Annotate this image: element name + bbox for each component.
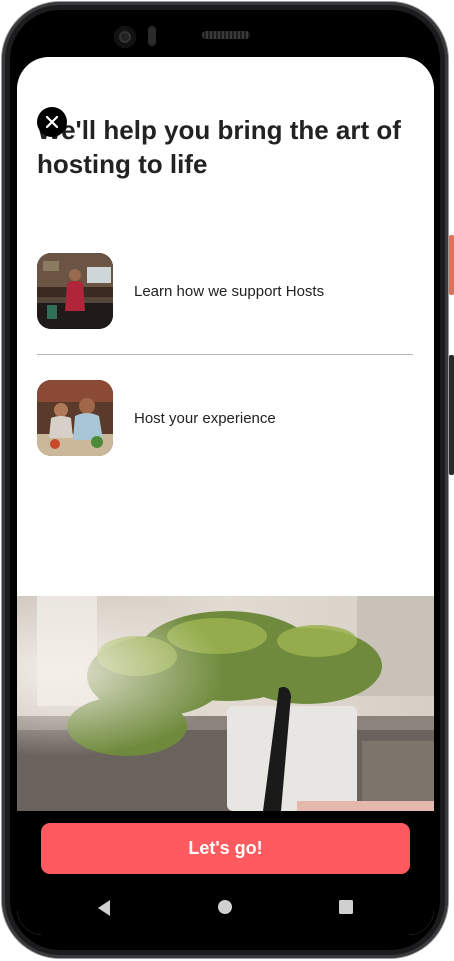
hero-photo — [17, 596, 434, 811]
kitchen-photo-thumbnail — [37, 253, 113, 329]
app-screen: We'll help you bring the art of hosting … — [17, 57, 434, 935]
back-icon[interactable] — [96, 899, 112, 917]
item-label-learn-support: Learn how we support Hosts — [134, 282, 325, 300]
volume-button — [449, 355, 454, 475]
earpiece-speaker — [202, 31, 250, 39]
list-item-learn-support[interactable]: Learn how we support Hosts — [37, 253, 417, 329]
front-camera — [114, 26, 136, 48]
list-item-host-experience[interactable]: Host your experience — [37, 380, 417, 456]
home-icon[interactable] — [217, 899, 233, 915]
proximity-sensor — [148, 26, 156, 46]
cooking-class-photo-thumbnail — [37, 380, 113, 456]
close-icon — [45, 115, 59, 129]
item-label-host-experience: Host your experience — [134, 409, 276, 427]
bottom-bar: Let's go! — [17, 811, 434, 935]
page-title: We'll help you bring the art of hosting … — [37, 115, 401, 179]
power-button — [449, 235, 454, 295]
close-button[interactable] — [37, 107, 67, 137]
divider — [37, 354, 413, 355]
lets-go-button[interactable]: Let's go! — [41, 823, 410, 874]
recents-icon[interactable] — [338, 899, 354, 915]
